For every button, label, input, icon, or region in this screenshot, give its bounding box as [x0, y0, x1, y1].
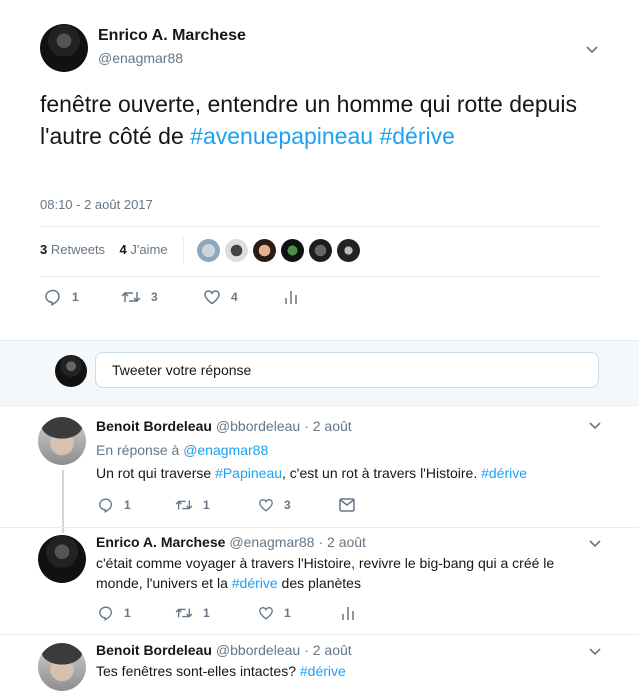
author-handle[interactable]: @enagmar88	[98, 50, 183, 66]
reply-avatar[interactable]	[38, 643, 86, 691]
divider	[0, 634, 639, 635]
hashtag-link[interactable]: #dérive	[379, 123, 454, 149]
hashtag-link[interactable]: #dérive	[300, 663, 346, 679]
hashtag-link[interactable]: #Papineau	[215, 465, 282, 481]
retweets-stat[interactable]: 3 Retweets	[40, 242, 105, 257]
tweet-timestamp[interactable]: 08:10 - 2 août 2017	[40, 197, 153, 212]
liker-avatar[interactable]	[337, 239, 360, 262]
like-button[interactable]: 1	[258, 605, 291, 621]
tweet-text: fenêtre ouverte, entendre un homme qui r…	[40, 91, 578, 149]
reply-text: c'était comme voyager à travers l'Histoi…	[96, 555, 555, 591]
liker-avatar[interactable]	[225, 239, 248, 262]
liker-avatar[interactable]	[309, 239, 332, 262]
reply-avatar[interactable]	[38, 535, 86, 583]
chevron-down-icon[interactable]	[588, 644, 602, 658]
hashtag-link[interactable]: #dérive	[481, 465, 527, 481]
mention-link[interactable]: @enagmar88	[183, 442, 268, 458]
heart-icon	[259, 606, 273, 620]
liker-avatar[interactable]	[253, 239, 276, 262]
analytics-icon[interactable]	[284, 289, 298, 305]
like-button[interactable]: 3	[258, 497, 291, 513]
like-button[interactable]: 4	[203, 288, 238, 306]
retweet-icon	[175, 500, 193, 510]
reply-text: Un rot qui traverse #Papineau, c'est un …	[96, 465, 528, 481]
retweet-button[interactable]: 1	[175, 605, 210, 621]
chevron-down-icon[interactable]	[585, 42, 599, 56]
in-reply-to: En réponse à @enagmar88	[96, 442, 269, 458]
reply-icon	[99, 606, 113, 621]
heart-icon	[204, 290, 220, 305]
reply-button[interactable]: 1	[98, 605, 131, 621]
retweet-icon	[175, 608, 193, 618]
liker-avatar[interactable]	[197, 239, 220, 262]
likes-stat[interactable]: 4 J'aime	[120, 242, 168, 257]
reply-button[interactable]: 1	[44, 288, 79, 306]
divider	[183, 237, 184, 263]
current-user-avatar	[55, 355, 87, 387]
analytics-icon[interactable]	[341, 605, 355, 621]
hashtag-link[interactable]: #avenuepapineau	[190, 123, 373, 149]
tweet-stats: 3 Retweets 4 J'aime	[40, 242, 168, 257]
divider	[40, 276, 600, 277]
chevron-down-icon[interactable]	[588, 536, 602, 550]
retweet-icon	[121, 291, 141, 303]
reply-author[interactable]: Benoit Bordeleau @bbordeleau · 2 août	[96, 642, 352, 658]
hashtag-link[interactable]: #dérive	[232, 575, 278, 591]
retweet-button[interactable]: 3	[121, 288, 158, 306]
reply-author[interactable]: Benoit Bordeleau @bbordeleau · 2 août	[96, 418, 352, 434]
thread-line	[62, 470, 64, 533]
liker-avatar[interactable]	[281, 239, 304, 262]
heart-icon	[259, 498, 273, 512]
envelope-icon[interactable]	[339, 498, 355, 512]
divider	[40, 226, 600, 227]
reply-text: Tes fenêtres sont-elles intactes? #dériv…	[96, 663, 346, 679]
reply-icon	[45, 289, 60, 306]
author-avatar[interactable]	[40, 24, 88, 72]
chevron-down-icon[interactable]	[588, 418, 602, 432]
reply-avatar[interactable]	[38, 417, 86, 465]
reply-icon	[99, 498, 113, 513]
reply-input[interactable]: Tweeter votre réponse	[95, 352, 599, 388]
likers-avatars	[197, 239, 360, 262]
author-name[interactable]: Enrico A. Marchese	[98, 27, 246, 45]
retweet-button[interactable]: 1	[175, 497, 210, 513]
reply-button[interactable]: 1	[98, 497, 131, 513]
reply-author[interactable]: Enrico A. Marchese @enagmar88 · 2 août	[96, 534, 366, 550]
divider	[0, 527, 639, 528]
